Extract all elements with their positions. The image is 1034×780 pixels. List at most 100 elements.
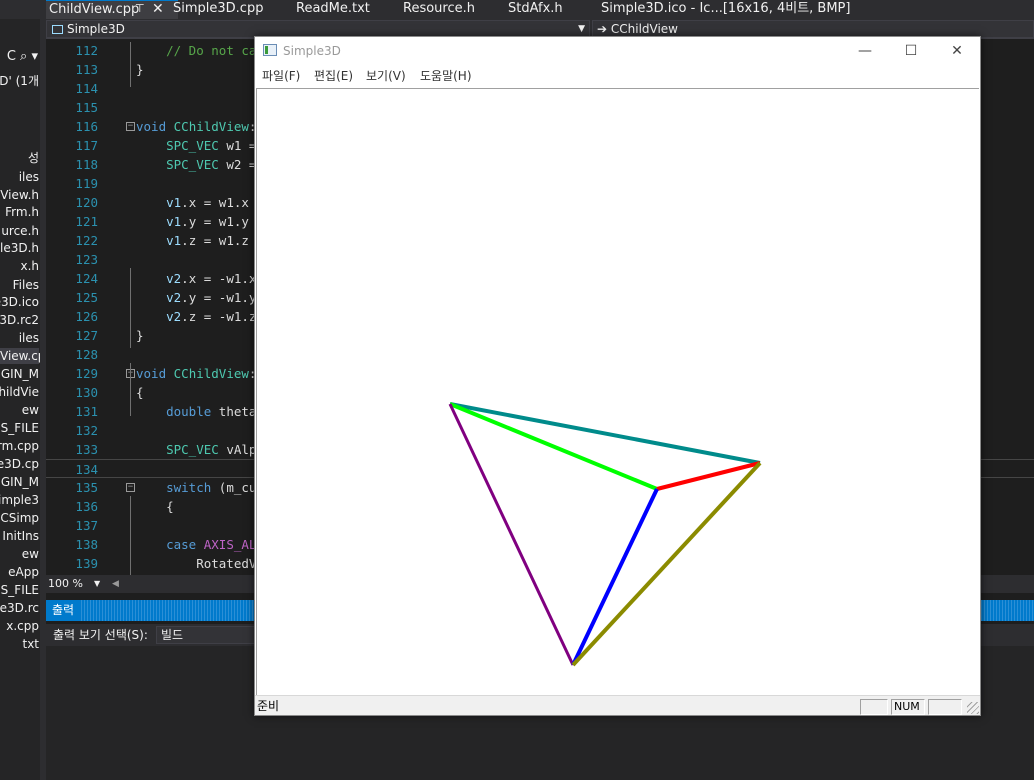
code-text: switch (m_cur [166,480,264,495]
line-number: 127 [75,328,98,343]
code-text: SPC_VEC w1 = [166,138,257,153]
solution-item[interactable]: GIN_M [1,474,39,490]
edge-mid-to-right [656,461,761,491]
window-title-bar[interactable]: Simple3D — ☐ ✕ [255,37,980,65]
solution-item[interactable]: x.cpp [6,618,39,634]
status-text: 준비 [257,699,280,713]
code-text: v1.y = w1.y * [166,214,264,229]
resize-grip[interactable] [967,702,979,714]
fold-guide [130,268,131,348]
solution-item[interactable]: le3D.ico [0,294,39,310]
solution-item[interactable]: x.h [20,258,39,274]
fold-guide [130,42,131,87]
line-number: 130 [75,385,98,400]
line-number: 128 [75,347,98,362]
document-tab-bar: ChildView.cpp ⊤ ✕ Simple3D.cpp ReadMe.tx… [0,0,1034,19]
pin-icon[interactable]: ⊤ [135,0,145,19]
line-number: 139 [75,556,98,571]
class-dropdown-label: ➔ CChildView [597,22,678,36]
line-number: 119 [75,176,98,191]
menu-help[interactable]: 도움말(H) [420,65,472,87]
window-title: Simple3D [283,44,341,58]
render-viewport[interactable] [256,88,979,695]
solution-explorer: C ⌕ ▾ 성 iles View.h Frm.h urce.h le3D.h x.h Fi… [0,19,40,780]
simple3d-window: Simple3D — ☐ ✕ 파일(F) 편집(E) 보기(V) 도움말(H) … [254,36,981,716]
code-text: v2.x = -w1.x [166,271,257,286]
solution-item[interactable]: eApp [8,564,39,580]
solution-item[interactable]: HIS_FILE [0,582,39,598]
edge-right-to-bottom [571,461,762,667]
line-number: 125 [75,290,98,305]
solution-item[interactable]: Files [13,277,39,293]
output-title: 출력 [46,600,81,621]
solution-item[interactable]: e3D.cp [0,456,39,472]
solution-item[interactable]: ew [22,402,39,418]
tab-label: ChildView.cpp [49,2,140,17]
collapse-icon[interactable]: − [126,483,135,492]
solution-item[interactable]: Frm.h [5,204,39,220]
menu-edit[interactable]: 편집(E) [314,65,353,87]
menu-view[interactable]: 보기(V) [366,65,406,87]
code-text: v2.z = -w1.z [166,309,257,324]
solution-item[interactable]: e3D.rc [0,600,39,616]
tab-simple3d-cpp[interactable]: Simple3D.cpp [173,0,263,19]
edge-top-left-to-right [449,402,761,465]
fold-guide [130,363,131,416]
code-text: void CChildView:: [136,366,264,381]
tab-resource-h[interactable]: Resource.h [403,0,475,19]
code-text: } [136,328,144,343]
tab-readme-txt[interactable]: ReadMe.txt [296,0,370,19]
solution-item[interactable]: HIS_FILE [0,420,39,436]
line-number: 120 [75,195,98,210]
solution-item[interactable]: iles [19,330,39,346]
tab-simple3d-ico[interactable]: Simple3D.ico - Ic...[16x16, 4비트, BMP] [601,0,850,19]
solution-item[interactable]: urce.h [1,223,39,239]
code-text: SPC_VEC w2 = [166,157,257,172]
solution-item[interactable]: Simple3 [0,492,39,508]
solution-search-tools[interactable]: C ⌕ ▾ [0,49,40,67]
close-button[interactable]: ✕ [934,37,980,65]
solution-item[interactable]: e3D.rc2 [0,312,39,328]
line-number: 123 [75,252,98,267]
line-number: 115 [75,100,98,115]
status-pane-caps [860,699,888,715]
code-text: { [136,499,174,514]
code-text: { [136,385,144,400]
chevron-down-icon[interactable]: ▼ [94,576,100,592]
code-text: RotatedVe [136,556,264,571]
minimize-button[interactable]: — [842,37,888,65]
solution-item[interactable]: le3D.h [0,240,39,256]
solution-item[interactable]: txt [22,636,39,652]
line-number: 117 [75,138,98,153]
code-text: void CChildView:: [136,119,264,134]
solution-item[interactable]: InitIns [2,528,39,544]
close-icon[interactable]: ✕ [152,0,164,19]
solution-item[interactable]: 성 [28,150,39,166]
solution-item[interactable]: ew [22,546,39,562]
app-icon[interactable] [263,44,277,56]
solution-item[interactable]: CSimp [0,510,39,526]
code-text: // Do not cal [166,43,264,58]
scroll-left-icon[interactable]: ◀ [112,576,119,592]
line-number: 136 [75,499,98,514]
status-pane-num: NUM [891,699,925,715]
solution-item[interactable]: iles [19,169,39,185]
menu-file[interactable]: 파일(F) [262,65,300,87]
code-text: v1.x = w1.x * [166,195,264,210]
code-text: v1.z = w1.z * [166,233,264,248]
tab-stdafx-h[interactable]: StdAfx.h [508,0,563,19]
solution-item[interactable]: View.cp [0,348,40,364]
edge-top-left-to-mid [449,402,658,491]
code-text: SPC_VEC vAlph [166,442,264,457]
solution-item[interactable]: ChildVie [0,384,39,400]
status-bar: 준비 NUM [255,695,980,715]
solution-item[interactable]: GIN_M [1,366,39,382]
maximize-button[interactable]: ☐ [888,37,934,65]
solution-item[interactable]: View.h [0,187,39,203]
solution-item[interactable]: Frm.cpp [0,438,39,454]
code-text: } [136,62,144,77]
chevron-down-icon: ▼ [578,24,585,34]
line-number: 135 [75,480,98,495]
collapse-icon[interactable]: − [126,122,135,131]
solution-root[interactable]: 3D' (1개 [0,73,39,89]
